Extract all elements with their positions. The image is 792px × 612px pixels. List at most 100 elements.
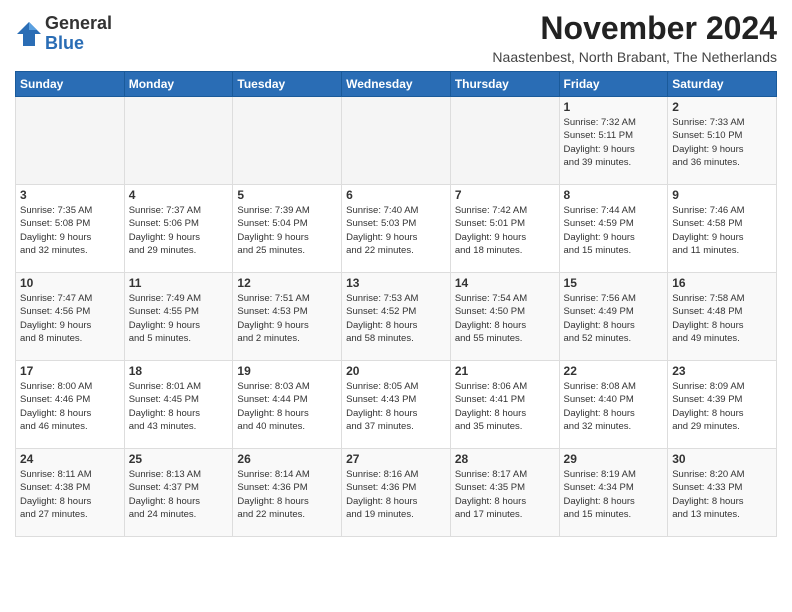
day-number: 30 bbox=[672, 452, 772, 466]
day-number: 21 bbox=[455, 364, 555, 378]
day-info: Sunrise: 7:37 AM Sunset: 5:06 PM Dayligh… bbox=[129, 204, 229, 257]
day-info: Sunrise: 7:46 AM Sunset: 4:58 PM Dayligh… bbox=[672, 204, 772, 257]
day-number: 2 bbox=[672, 100, 772, 114]
calendar-cell: 7 Sunrise: 7:42 AM Sunset: 5:01 PM Daylig… bbox=[450, 185, 559, 273]
day-number: 27 bbox=[346, 452, 446, 466]
header: General Blue November 2024 Naastenbest, … bbox=[15, 10, 777, 65]
calendar-week-row: 24 Sunrise: 8:11 AM Sunset: 4:38 PM Dayli… bbox=[16, 449, 777, 537]
day-number: 5 bbox=[237, 188, 337, 202]
day-info: Sunrise: 7:39 AM Sunset: 5:04 PM Dayligh… bbox=[237, 204, 337, 257]
calendar-cell: 14Sunrise: 7:54 AM Sunset: 4:50 PM Dayli… bbox=[450, 273, 559, 361]
calendar-table: SundayMondayTuesdayWednesdayThursdayFrid… bbox=[15, 71, 777, 537]
day-number: 6 bbox=[346, 188, 446, 202]
day-number: 20 bbox=[346, 364, 446, 378]
calendar-cell: 5 Sunrise: 7:39 AM Sunset: 5:04 PM Daylig… bbox=[233, 185, 342, 273]
weekday-header-saturday: Saturday bbox=[668, 72, 777, 97]
calendar-cell: 28 Sunrise: 8:17 AM Sunset: 4:35 PM Dayli… bbox=[450, 449, 559, 537]
calendar-cell: 3 Sunrise: 7:35 AM Sunset: 5:08 PM Daylig… bbox=[16, 185, 125, 273]
day-info: Sunrise: 8:00 AM Sunset: 4:46 PM Dayligh… bbox=[20, 380, 120, 433]
day-number: 17 bbox=[20, 364, 120, 378]
calendar-cell: 12Sunrise: 7:51 AM Sunset: 4:53 PM Dayli… bbox=[233, 273, 342, 361]
day-info: Sunrise: 8:17 AM Sunset: 4:35 PM Dayligh… bbox=[455, 468, 555, 521]
day-number: 8 bbox=[564, 188, 664, 202]
weekday-header-tuesday: Tuesday bbox=[233, 72, 342, 97]
day-info: Sunrise: 7:56 AM Sunset: 4:49 PM Dayligh… bbox=[564, 292, 664, 345]
day-number: 16 bbox=[672, 276, 772, 290]
day-info: Sunrise: 8:13 AM Sunset: 4:37 PM Dayligh… bbox=[129, 468, 229, 521]
day-info: Sunrise: 8:16 AM Sunset: 4:36 PM Dayligh… bbox=[346, 468, 446, 521]
day-info: Sunrise: 8:01 AM Sunset: 4:45 PM Dayligh… bbox=[129, 380, 229, 433]
calendar-week-row: 1Sunrise: 7:32 AM Sunset: 5:11 PM Daylig… bbox=[16, 97, 777, 185]
weekday-header-monday: Monday bbox=[124, 72, 233, 97]
day-info: Sunrise: 7:33 AM Sunset: 5:10 PM Dayligh… bbox=[672, 116, 772, 169]
weekday-header-sunday: Sunday bbox=[16, 72, 125, 97]
day-number: 23 bbox=[672, 364, 772, 378]
day-info: Sunrise: 7:58 AM Sunset: 4:48 PM Dayligh… bbox=[672, 292, 772, 345]
weekday-header-thursday: Thursday bbox=[450, 72, 559, 97]
day-number: 29 bbox=[564, 452, 664, 466]
day-number: 28 bbox=[455, 452, 555, 466]
day-number: 24 bbox=[20, 452, 120, 466]
day-info: Sunrise: 7:32 AM Sunset: 5:11 PM Dayligh… bbox=[564, 116, 664, 169]
day-number: 4 bbox=[129, 188, 229, 202]
calendar-cell: 16 Sunrise: 7:58 AM Sunset: 4:48 PM Dayli… bbox=[668, 273, 777, 361]
logo-icon bbox=[15, 20, 43, 48]
day-info: Sunrise: 7:40 AM Sunset: 5:03 PM Dayligh… bbox=[346, 204, 446, 257]
logo: General Blue bbox=[15, 14, 112, 54]
day-info: Sunrise: 7:47 AM Sunset: 4:56 PM Dayligh… bbox=[20, 292, 120, 345]
calendar-cell bbox=[342, 97, 451, 185]
calendar-cell bbox=[233, 97, 342, 185]
day-info: Sunrise: 7:44 AM Sunset: 4:59 PM Dayligh… bbox=[564, 204, 664, 257]
day-number: 3 bbox=[20, 188, 120, 202]
day-info: Sunrise: 8:05 AM Sunset: 4:43 PM Dayligh… bbox=[346, 380, 446, 433]
day-number: 7 bbox=[455, 188, 555, 202]
calendar-cell: 19 Sunrise: 8:03 AM Sunset: 4:44 PM Dayli… bbox=[233, 361, 342, 449]
calendar-cell: 11 Sunrise: 7:49 AM Sunset: 4:55 PM Dayli… bbox=[124, 273, 233, 361]
calendar-header-row: SundayMondayTuesdayWednesdayThursdayFrid… bbox=[16, 72, 777, 97]
day-info: Sunrise: 7:35 AM Sunset: 5:08 PM Dayligh… bbox=[20, 204, 120, 257]
day-number: 11 bbox=[129, 276, 229, 290]
calendar-cell: 17 Sunrise: 8:00 AM Sunset: 4:46 PM Dayli… bbox=[16, 361, 125, 449]
calendar-cell: 22 Sunrise: 8:08 AM Sunset: 4:40 PM Dayli… bbox=[559, 361, 668, 449]
day-number: 15 bbox=[564, 276, 664, 290]
calendar-cell: 1Sunrise: 7:32 AM Sunset: 5:11 PM Daylig… bbox=[559, 97, 668, 185]
calendar-cell: 10 Sunrise: 7:47 AM Sunset: 4:56 PM Dayli… bbox=[16, 273, 125, 361]
day-info: Sunrise: 7:54 AM Sunset: 4:50 PM Dayligh… bbox=[455, 292, 555, 345]
day-info: Sunrise: 8:11 AM Sunset: 4:38 PM Dayligh… bbox=[20, 468, 120, 521]
calendar-cell: 6 Sunrise: 7:40 AM Sunset: 5:03 PM Daylig… bbox=[342, 185, 451, 273]
calendar-cell: 20 Sunrise: 8:05 AM Sunset: 4:43 PM Dayli… bbox=[342, 361, 451, 449]
calendar-cell bbox=[124, 97, 233, 185]
day-info: Sunrise: 7:53 AM Sunset: 4:52 PM Dayligh… bbox=[346, 292, 446, 345]
day-number: 9 bbox=[672, 188, 772, 202]
calendar-cell: 26 Sunrise: 8:14 AM Sunset: 4:36 PM Dayli… bbox=[233, 449, 342, 537]
month-title: November 2024 bbox=[492, 10, 777, 47]
calendar-week-row: 3 Sunrise: 7:35 AM Sunset: 5:08 PM Daylig… bbox=[16, 185, 777, 273]
calendar-cell: 8 Sunrise: 7:44 AM Sunset: 4:59 PM Daylig… bbox=[559, 185, 668, 273]
day-number: 10 bbox=[20, 276, 120, 290]
day-number: 26 bbox=[237, 452, 337, 466]
day-info: Sunrise: 7:42 AM Sunset: 5:01 PM Dayligh… bbox=[455, 204, 555, 257]
day-number: 22 bbox=[564, 364, 664, 378]
calendar-cell: 21Sunrise: 8:06 AM Sunset: 4:41 PM Dayli… bbox=[450, 361, 559, 449]
calendar-cell: 25Sunrise: 8:13 AM Sunset: 4:37 PM Dayli… bbox=[124, 449, 233, 537]
day-info: Sunrise: 8:19 AM Sunset: 4:34 PM Dayligh… bbox=[564, 468, 664, 521]
day-number: 12 bbox=[237, 276, 337, 290]
location-subtitle: Naastenbest, North Brabant, The Netherla… bbox=[492, 49, 777, 65]
calendar-cell: 29 Sunrise: 8:19 AM Sunset: 4:34 PM Dayli… bbox=[559, 449, 668, 537]
calendar-cell bbox=[16, 97, 125, 185]
day-info: Sunrise: 8:20 AM Sunset: 4:33 PM Dayligh… bbox=[672, 468, 772, 521]
logo-blue-text: Blue bbox=[45, 33, 84, 53]
calendar-cell: 23 Sunrise: 8:09 AM Sunset: 4:39 PM Dayli… bbox=[668, 361, 777, 449]
day-number: 13 bbox=[346, 276, 446, 290]
calendar-cell bbox=[450, 97, 559, 185]
calendar-cell: 18Sunrise: 8:01 AM Sunset: 4:45 PM Dayli… bbox=[124, 361, 233, 449]
day-info: Sunrise: 7:49 AM Sunset: 4:55 PM Dayligh… bbox=[129, 292, 229, 345]
calendar-cell: 27 Sunrise: 8:16 AM Sunset: 4:36 PM Dayli… bbox=[342, 449, 451, 537]
day-number: 19 bbox=[237, 364, 337, 378]
day-info: Sunrise: 8:14 AM Sunset: 4:36 PM Dayligh… bbox=[237, 468, 337, 521]
logo-general-text: General bbox=[45, 13, 112, 33]
day-info: Sunrise: 8:03 AM Sunset: 4:44 PM Dayligh… bbox=[237, 380, 337, 433]
day-info: Sunrise: 8:09 AM Sunset: 4:39 PM Dayligh… bbox=[672, 380, 772, 433]
day-info: Sunrise: 8:08 AM Sunset: 4:40 PM Dayligh… bbox=[564, 380, 664, 433]
calendar-cell: 2 Sunrise: 7:33 AM Sunset: 5:10 PM Daylig… bbox=[668, 97, 777, 185]
